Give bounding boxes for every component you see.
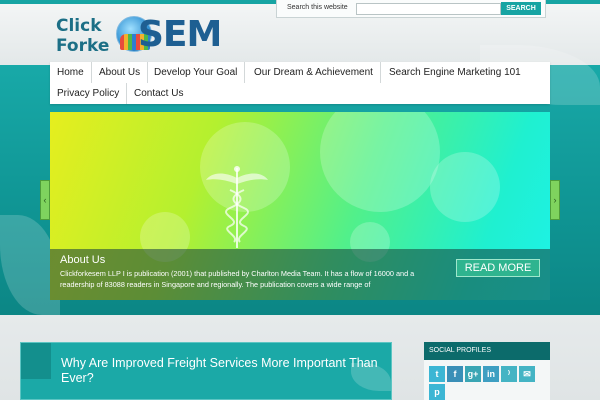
search-form: Search this website SEARCH bbox=[276, 0, 546, 18]
slide-caption: About Us Clickforkesem LLP I is publicat… bbox=[50, 249, 550, 300]
twitter-icon[interactable]: t bbox=[429, 366, 445, 382]
nav-item-home[interactable]: Home bbox=[50, 62, 92, 83]
nav-item-develop-your-goal[interactable]: Develop Your Goal bbox=[147, 62, 246, 83]
leaf-decoration bbox=[351, 363, 391, 391]
logo-text-click: Click bbox=[56, 16, 102, 36]
nav-item-privacy-policy[interactable]: Privacy Policy bbox=[50, 83, 128, 104]
nav-item-sem-101[interactable]: Search Engine Marketing 101 bbox=[382, 62, 528, 83]
logo-text-forke: Forke bbox=[56, 36, 110, 56]
featured-slider[interactable]: About Us Clickforkesem LLP I is publicat… bbox=[50, 112, 550, 300]
logo-text-sem: SEM bbox=[138, 14, 222, 55]
main-navigation: Home About Us Develop Your Goal Our Drea… bbox=[50, 62, 550, 104]
slider-next-button[interactable]: › bbox=[550, 180, 560, 220]
search-button[interactable]: SEARCH bbox=[501, 2, 541, 15]
post-card: Why Are Improved Freight Services More I… bbox=[20, 342, 392, 400]
linkedin-icon[interactable]: in bbox=[483, 366, 499, 382]
bokeh-circle bbox=[320, 112, 440, 212]
site-logo[interactable]: Click Forke SEM bbox=[56, 14, 226, 58]
post-tab-decoration bbox=[21, 343, 51, 379]
slide-title[interactable]: About Us bbox=[60, 254, 105, 266]
slide-excerpt: Clickforkesem LLP I is publication (2001… bbox=[60, 269, 415, 289]
pinterest-icon[interactable]: p bbox=[429, 384, 445, 400]
widget-title: SOCIAL PROFILES bbox=[424, 342, 550, 360]
nav-item-our-dream[interactable]: Our Dream & Achievement bbox=[247, 62, 381, 83]
social-profiles-widget: SOCIAL PROFILES t f g+ in ⁾ ✉ p bbox=[424, 342, 550, 400]
google-plus-icon[interactable]: g+ bbox=[465, 366, 481, 382]
post-title[interactable]: Why Are Improved Freight Services More I… bbox=[61, 356, 381, 386]
rss-icon[interactable]: ⁾ bbox=[501, 366, 517, 382]
bokeh-circle bbox=[430, 152, 500, 222]
nav-item-about-us[interactable]: About Us bbox=[92, 62, 149, 83]
social-icons: t f g+ in ⁾ ✉ p bbox=[424, 360, 550, 400]
search-label: Search this website bbox=[287, 4, 348, 11]
caduceus-icon bbox=[206, 166, 268, 248]
email-icon[interactable]: ✉ bbox=[519, 366, 535, 382]
slider-prev-button[interactable]: ‹ bbox=[40, 180, 50, 220]
read-more-button[interactable]: READ MORE bbox=[456, 259, 540, 277]
nav-item-contact-us[interactable]: Contact Us bbox=[127, 83, 190, 104]
facebook-icon[interactable]: f bbox=[447, 366, 463, 382]
search-input[interactable] bbox=[356, 3, 501, 15]
